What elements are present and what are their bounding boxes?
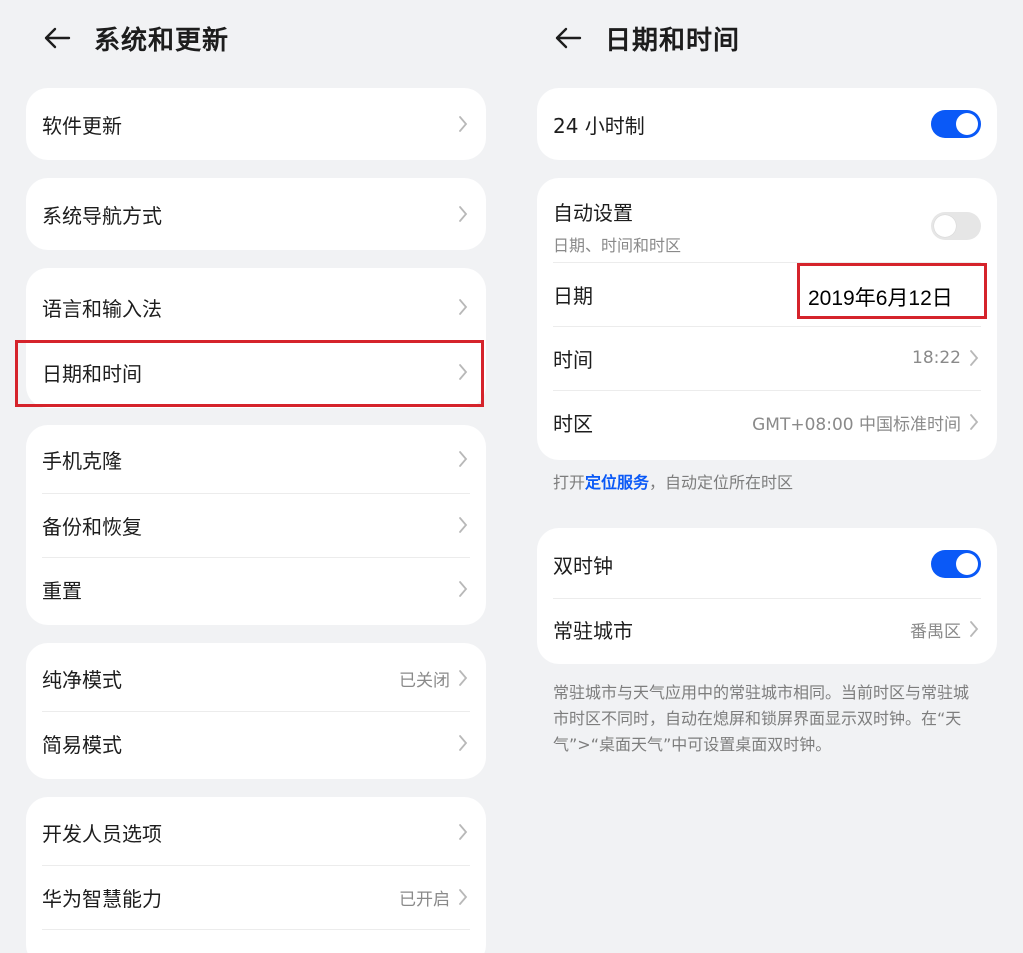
- setting-time[interactable]: 时间 18:22: [553, 326, 981, 390]
- list-item-huawei-intelligence[interactable]: 华为智慧能力 已开启: [42, 865, 470, 929]
- setting-dual-clock: 双时钟: [553, 530, 981, 598]
- item-label: 开发人员选项: [42, 821, 162, 846]
- chevron-right-icon: [456, 114, 470, 134]
- list-item-backup[interactable]: 备份和恢复: [42, 493, 470, 557]
- left-header: 系统和更新: [42, 18, 229, 58]
- card-software-update: 软件更新: [26, 88, 486, 160]
- chevron-right-icon: [456, 887, 470, 907]
- toggle-knob: [956, 553, 978, 575]
- status-value: 已关闭: [399, 670, 450, 691]
- hint-suffix: ，自动定位所在时区: [649, 473, 794, 492]
- card-navigation: 系统导航方式: [26, 178, 486, 250]
- list-item-pure-mode[interactable]: 纯净模式 已关闭: [42, 645, 470, 711]
- auto-text: 自动设置 日期、时间和时区: [553, 197, 931, 256]
- right-header: 日期和时间: [553, 18, 740, 58]
- card-modes: 纯净模式 已关闭 简易模式: [26, 643, 486, 779]
- chevron-right-icon: [456, 822, 470, 842]
- item-label: 简易模式: [42, 732, 122, 757]
- card-dual-clock: 双时钟 常驻城市 番禺区: [537, 528, 997, 664]
- item-label: 备份和恢复: [42, 514, 142, 539]
- chevron-right-icon: [967, 619, 981, 639]
- page-title: 系统和更新: [94, 25, 230, 56]
- setting-timezone[interactable]: 时区 GMT+08:00 中国标准时间: [553, 390, 981, 454]
- list-item-developer-options[interactable]: 开发人员选项: [42, 799, 470, 865]
- time-value: 18:22: [912, 348, 961, 368]
- toggle-auto[interactable]: [931, 212, 981, 240]
- toggle-knob: [956, 113, 978, 135]
- page-title: 日期和时间: [605, 25, 741, 56]
- list-item-language[interactable]: 语言和输入法: [42, 272, 470, 342]
- item-label: 系统导航方式: [42, 203, 162, 228]
- toggle-dual-clock[interactable]: [931, 550, 981, 578]
- item-label: 24 小时制: [553, 113, 645, 138]
- chevron-right-icon: [456, 579, 470, 599]
- item-label: 双时钟: [553, 553, 613, 578]
- chevron-right-icon: [456, 449, 470, 469]
- chevron-right-icon: [456, 297, 470, 317]
- list-item-phone-clone[interactable]: 手机克隆: [42, 427, 470, 491]
- list-item-navigation[interactable]: 系统导航方式: [42, 178, 470, 250]
- highlight-box-datetime: [15, 340, 484, 407]
- chevron-right-icon: [456, 515, 470, 535]
- card-24-hour: 24 小时制: [537, 88, 997, 160]
- toggle-24-hour[interactable]: [931, 110, 981, 138]
- chevron-right-icon: [967, 412, 981, 432]
- list-item-software-update[interactable]: 软件更新: [42, 88, 470, 160]
- item-label: 软件更新: [42, 113, 122, 138]
- card-date-time: 自动设置 日期、时间和时区 日期 时间 18:22 时区 GMT+08:00 中…: [537, 178, 997, 460]
- home-city-value: 番禺区: [910, 621, 961, 642]
- list-item-reset[interactable]: 重置: [42, 557, 470, 621]
- divider: [42, 929, 470, 930]
- item-label: 时区: [553, 411, 593, 436]
- item-label: 手机克隆: [42, 448, 122, 473]
- item-label: 自动设置: [553, 200, 633, 225]
- setting-24-hour: 24 小时制: [553, 88, 981, 160]
- chevron-right-icon: [456, 668, 470, 688]
- setting-home-city[interactable]: 常驻城市 番禺区: [553, 598, 981, 660]
- back-arrow-icon[interactable]: [553, 18, 583, 58]
- item-label: 常驻城市: [553, 618, 633, 643]
- item-label: 重置: [42, 578, 82, 603]
- chevron-right-icon: [967, 348, 981, 368]
- item-label: 时间: [553, 347, 593, 372]
- toggle-knob: [934, 215, 956, 237]
- item-label: 纯净模式: [42, 667, 122, 692]
- item-label: 语言和输入法: [42, 296, 162, 321]
- card-developer: 开发人员选项 华为智慧能力 已开启: [26, 797, 486, 953]
- status-value: 已开启: [399, 889, 450, 910]
- chevron-right-icon: [456, 204, 470, 224]
- chevron-right-icon: [456, 733, 470, 753]
- location-hint: 打开定位服务，自动定位所在时区: [553, 470, 993, 496]
- location-service-link[interactable]: 定位服务: [585, 473, 649, 492]
- item-subtitle: 日期、时间和时区: [553, 235, 682, 255]
- date-value: 2019年6月12日: [808, 287, 953, 310]
- back-arrow-icon[interactable]: [42, 18, 72, 58]
- setting-auto: 自动设置 日期、时间和时区: [553, 190, 981, 262]
- hint-prefix: 打开: [553, 473, 586, 492]
- list-item-simple-mode[interactable]: 简易模式: [42, 711, 470, 775]
- card-clone-backup-reset: 手机克隆 备份和恢复 重置: [26, 425, 486, 625]
- dual-clock-note: 常驻城市与天气应用中的常驻城市相同。当前时区与常驻城市时区不同时，自动在熄屏和锁…: [553, 683, 970, 754]
- timezone-value: GMT+08:00 中国标准时间: [752, 414, 961, 435]
- item-label: 华为智慧能力: [42, 886, 162, 911]
